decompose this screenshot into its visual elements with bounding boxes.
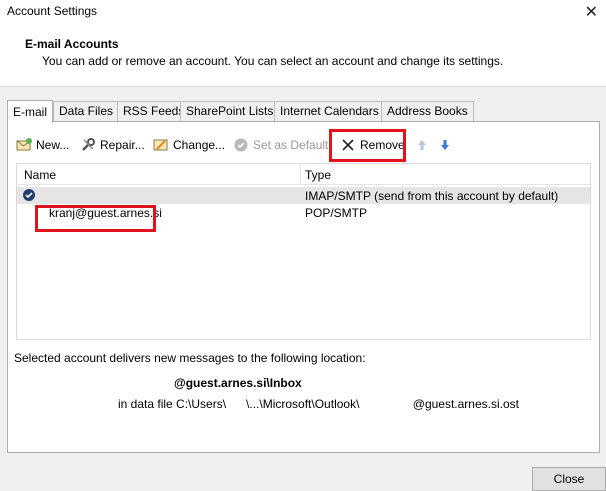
account-row-default[interactable]: IMAP/SMTP (send from this account by def… (17, 187, 590, 204)
column-header-name[interactable]: Name (24, 168, 56, 182)
close-button[interactable]: Close (532, 467, 606, 491)
arrow-up-icon (414, 137, 430, 153)
tab-address-books[interactable]: Address Books (381, 101, 474, 121)
account-list[interactable]: Name Type IMAP/SMTP (send from this acco… (16, 163, 591, 340)
tab-email[interactable]: E-mail (7, 100, 54, 123)
tab-data-files[interactable]: Data Files (53, 101, 120, 121)
change-account-label: Change... (173, 138, 226, 152)
arrow-down-icon (437, 137, 453, 153)
delivery-data-file: in data file C:\Users\ \...\Microsoft\Ou… (118, 397, 519, 411)
default-account-check-icon (22, 188, 36, 205)
move-down-button[interactable] (437, 134, 457, 156)
change-settings-icon (153, 137, 169, 153)
repair-account-label: Repair... (100, 138, 145, 152)
new-account-label: New... (36, 138, 70, 152)
account-list-header: Name Type (17, 164, 590, 185)
new-account-button[interactable]: New... (16, 134, 69, 156)
delivery-location-label: Selected account delivers new messages t… (14, 351, 366, 365)
account-type: IMAP/SMTP (send from this account by def… (305, 189, 559, 203)
repair-account-button[interactable]: Repair... (80, 134, 145, 156)
move-up-button[interactable] (414, 134, 434, 156)
window-close-icon[interactable]: ✕ (585, 2, 598, 22)
title-bar: Account Settings ✕ (0, 0, 606, 24)
change-account-button[interactable]: Change... (153, 134, 225, 156)
set-default-button[interactable]: Set as Default (233, 134, 328, 156)
account-type: POP/SMTP (305, 206, 368, 220)
account-name-highlight-box (35, 205, 156, 232)
tab-internet-calendars[interactable]: Internet Calendars (274, 101, 385, 121)
check-circle-icon (233, 137, 249, 153)
header-title: E-mail Accounts (25, 37, 119, 51)
column-header-type[interactable]: Type (305, 168, 331, 182)
header-description: You can add or remove an account. You ca… (42, 54, 504, 68)
set-default-label: Set as Default (253, 138, 329, 152)
remove-highlight-box (329, 129, 406, 162)
column-divider (300, 164, 301, 184)
tab-sharepoint-lists[interactable]: SharePoint Lists (180, 101, 280, 121)
dialog-header: E-mail Accounts You can add or remove an… (0, 24, 606, 87)
window-title: Account Settings (7, 4, 98, 18)
wrench-icon (80, 137, 96, 153)
delivery-folder: @guest.arnes.si\Inbox (174, 376, 302, 390)
new-mail-icon (16, 137, 32, 153)
